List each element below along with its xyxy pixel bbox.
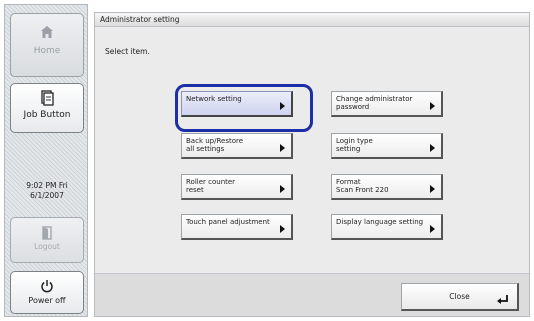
power-off-button[interactable]: Power off xyxy=(10,271,84,314)
option-label-line2: all settings xyxy=(186,145,225,153)
arrow-right-icon xyxy=(430,185,435,193)
select-prompt: Select item. xyxy=(105,47,150,56)
change-admin-password-button[interactable]: Change administrator password xyxy=(331,91,443,117)
arrow-right-icon xyxy=(280,185,285,193)
arrow-right-icon xyxy=(280,144,285,152)
power-off-label: Power off xyxy=(28,296,66,305)
logout-label: Logout xyxy=(34,242,60,251)
option-label-line1: Change administrator xyxy=(336,95,413,103)
login-type-setting-button[interactable]: Login type setting xyxy=(331,133,443,159)
backup-restore-button[interactable]: Back up/Restore all settings xyxy=(181,133,293,159)
touch-panel-adjustment-button[interactable]: Touch panel adjustment xyxy=(181,214,293,240)
home-button[interactable]: Home xyxy=(10,13,84,77)
option-label-line1: Format xyxy=(336,178,361,186)
logout-button[interactable]: Logout xyxy=(10,217,84,263)
format-button[interactable]: Format Scan Front 220 xyxy=(331,174,443,200)
option-label-line2: password xyxy=(336,103,370,111)
panel-title: Administrator setting xyxy=(95,13,529,27)
power-icon xyxy=(41,280,53,293)
logout-icon xyxy=(42,226,52,240)
selection-highlight xyxy=(175,84,313,132)
option-label-line2: reset xyxy=(186,186,204,194)
option-label-line1: Touch panel adjustment xyxy=(186,218,270,226)
arrow-right-icon xyxy=(280,225,285,233)
screen: Home Job Button 9:02 PM Fri 6/1/2007 Log… xyxy=(0,0,534,321)
job-button-label: Job Button xyxy=(23,110,71,120)
admin-setting-panel: Administrator setting Select item. Netwo… xyxy=(94,12,530,317)
close-label: Close xyxy=(449,292,470,301)
option-label-line2: Scan Front 220 xyxy=(336,186,389,194)
job-button-icon xyxy=(41,90,54,106)
clock: 9:02 PM Fri 6/1/2007 xyxy=(5,181,89,201)
enter-icon xyxy=(497,295,508,304)
display-language-setting-button[interactable]: Display language setting xyxy=(331,214,443,240)
job-button[interactable]: Job Button xyxy=(10,83,84,133)
close-button[interactable]: Close xyxy=(401,283,519,311)
home-label: Home xyxy=(33,46,61,56)
option-label-line1: Login type xyxy=(336,137,373,145)
option-label-line2: setting xyxy=(336,145,361,153)
panel-footer: Close xyxy=(95,273,529,316)
option-label-line1: Back up/Restore xyxy=(186,137,244,145)
home-icon xyxy=(41,26,53,38)
arrow-right-icon xyxy=(430,102,435,110)
clock-date: 6/1/2007 xyxy=(30,191,64,200)
option-label-line1: Display language setting xyxy=(336,218,424,226)
roller-counter-reset-button[interactable]: Roller counter reset xyxy=(181,174,293,200)
arrow-right-icon xyxy=(430,144,435,152)
clock-time: 9:02 PM Fri xyxy=(26,181,68,190)
left-rail: Home Job Button 9:02 PM Fri 6/1/2007 Log… xyxy=(4,4,88,317)
option-label-line1: Roller counter xyxy=(186,178,236,186)
arrow-right-icon xyxy=(430,225,435,233)
